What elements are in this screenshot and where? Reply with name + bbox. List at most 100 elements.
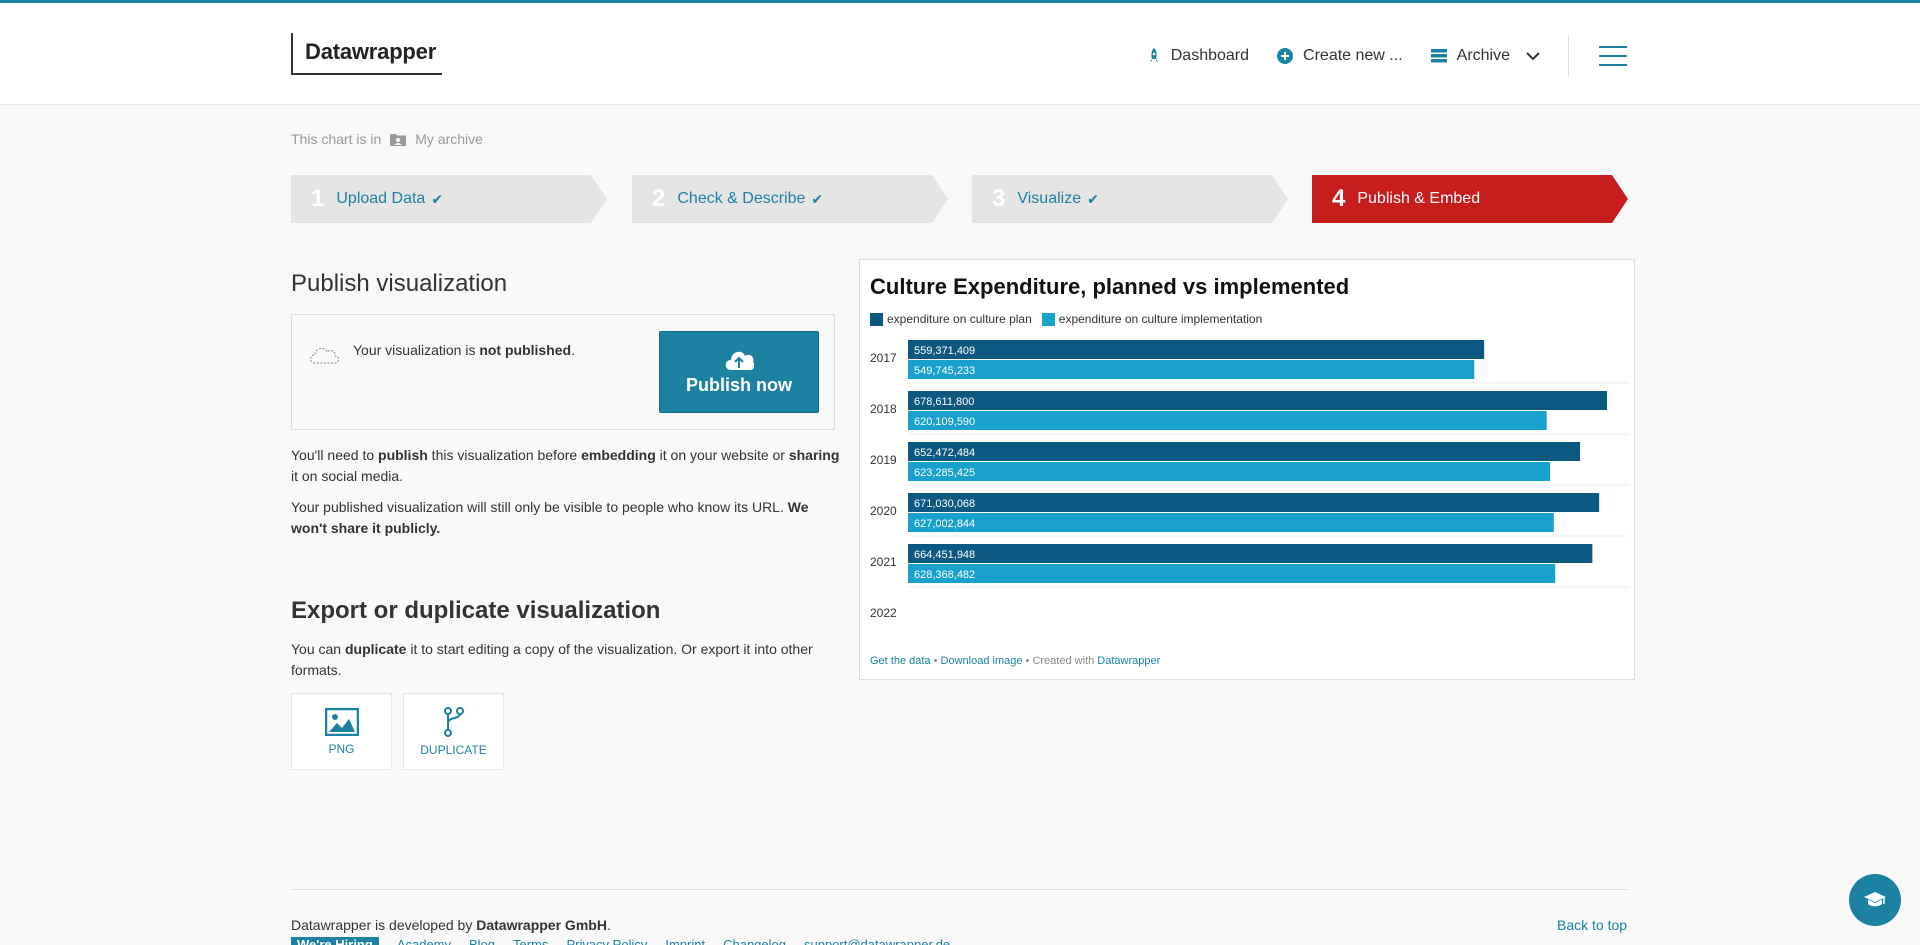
legend-swatch [1041,312,1055,326]
back-to-top-link[interactable]: Back to top [1557,917,1627,933]
publish-info-2: Your published visualization will still … [291,497,841,539]
legend-item-plan: expenditure on culture plan [870,312,1032,326]
chart-preview: 2017 559,371,409 549,745,233 2018 678,611,80… [859,259,1635,680]
step-visualize[interactable]: 3 Visualize ✔ [972,175,1288,223]
bar-2017-series-1 [908,340,1485,359]
footer-link[interactable]: Changelog [723,937,786,945]
cloud-upload-icon [725,351,754,370]
step-number: 1 [311,185,325,212]
step-label: Visualize [1017,190,1082,207]
top-navbar: Datawrapper Dashboard Create new ... Arc… [0,0,1920,105]
duplicate-label: DUPLICATE [420,742,487,757]
get-data-link[interactable]: Get the data [870,655,931,667]
nav-divider [1568,35,1569,77]
category-label-2019: 2019 [870,453,897,467]
data-label-2018-series-2: 620,109,590 [914,416,975,428]
hamburger-menu-icon[interactable] [1599,46,1627,66]
status-bold: not published [479,342,572,358]
workflow-steps: 1 Upload Data ✔ 2 Check & Describe ✔ 3 V… [291,175,1628,223]
data-label-2021-series-2: 628,368,482 [914,569,975,581]
status-prefix: Your visualization is [353,342,480,358]
step-upload-data[interactable]: 1 Upload Data ✔ [291,175,607,223]
footer-link[interactable]: Academy [397,937,451,945]
step-publish-embed[interactable]: 4 Publish & Embed [1312,175,1628,223]
data-label-2018-series-1: 678,611,800 [914,396,974,408]
breadcrumb-folder-link[interactable]: My archive [415,131,483,147]
bar-2020-series-2 [908,513,1554,532]
export-info: You can duplicate it to start editing a … [291,639,841,681]
hiring-badge[interactable]: We're Hiring [291,937,379,945]
nav-create-new-label: Create new ... [1303,47,1403,64]
footer-links: We're Hiring Academy Blog Terms Privacy … [291,937,968,945]
download-image-link[interactable]: Download image [941,655,1023,667]
duplicate-button[interactable]: DUPLICATE [403,693,504,770]
chart-title: Culture Expenditure, planned vs implemen… [870,274,1350,299]
legend-item-implementation: expenditure on culture implementation [1041,312,1263,326]
footer-link[interactable]: Terms [513,937,548,945]
main-nav: Dashboard Create new ... Archive [1119,35,1627,77]
t: it on your website or [655,447,789,463]
step-number: 4 [1332,185,1346,212]
footer-sep: • [1025,655,1030,667]
export-png-button[interactable]: PNG [291,693,392,770]
footer-developed: Datawrapper is developed by Datawrapper … [291,917,611,933]
legend-swatch [870,312,883,326]
cloud-outline-icon [310,347,340,364]
chart-legend: expenditure on culture plan expenditure … [870,312,1272,326]
footer-link[interactable]: Privacy Policy [566,937,647,945]
nav-create-new[interactable]: Create new ... [1277,47,1403,65]
footer-link[interactable]: Imprint [665,937,705,945]
t: Your published visualization will still … [291,499,788,515]
bar-2020-series-1 [908,493,1600,512]
data-label-2021-series-1: 664,451,948 [914,549,975,561]
nav-dashboard[interactable]: Dashboard [1147,47,1249,65]
breadcrumb-prefix: This chart is in [291,131,382,147]
data-label-2020-series-1: 671,030,068 [914,498,975,510]
checkmark-icon: ✔ [811,190,824,207]
bar-2018-series-1 [908,391,1607,410]
export-heading: Export or duplicate visualization [291,597,661,624]
bar-2019-series-2 [908,462,1550,481]
nav-archive[interactable]: Archive [1430,47,1540,65]
academy-help-button[interactable] [1849,874,1901,926]
chart-footer: Get the data • Download image • Created … [870,655,1160,667]
rocket-icon [1149,48,1158,62]
status-suffix: . [571,342,575,358]
t: You'll need to [291,447,379,463]
publish-heading: Publish visualization [291,270,508,297]
graduation-cap-icon [1864,892,1886,907]
legend-label: expenditure on culture implementation [1058,312,1263,326]
nav-dashboard-label: Dashboard [1170,47,1250,64]
data-label-2017-series-1: 559,371,409 [914,345,975,357]
plus-circle-icon [1277,48,1294,64]
footer-link[interactable]: support@datawrapper.de [804,937,950,945]
publish-now-button[interactable]: Publish now [659,331,819,413]
breadcrumb: This chart is in My archive [291,131,483,147]
data-label-2019-series-2: 623,285,425 [914,467,975,479]
png-label: PNG [328,741,355,756]
folder-user-icon [390,133,407,146]
company-name: Datawrapper GmbH [476,917,607,933]
step-label: Upload Data [336,190,426,207]
datawrapper-logo[interactable]: Datawrapper [291,33,442,75]
footer-link[interactable]: Blog [469,937,495,945]
t: You can [291,641,345,657]
checkmark-icon: ✔ [431,190,444,207]
step-check-describe[interactable]: 2 Check & Describe ✔ [632,175,948,223]
step-number: 3 [992,185,1006,212]
datawrapper-link[interactable]: Datawrapper [1097,655,1160,667]
data-label-2017-series-2: 549,745,233 [914,365,975,377]
t: it on social media. [291,468,404,484]
checkmark-icon: ✔ [1087,190,1099,207]
step-label: Publish & Embed [1357,190,1481,207]
bar-2019-series-1 [908,442,1581,461]
chevron-down-icon[interactable] [1526,51,1540,61]
category-label-2017: 2017 [870,351,897,365]
data-label-2019-series-1: 652,472,484 [914,447,975,459]
bar-2021-series-1 [908,544,1593,563]
bar-2018-series-2 [908,411,1547,430]
publish-status-text: Your visualization is not published. [353,342,575,358]
legend-label: expenditure on culture plan [887,312,1032,326]
t: embedding [581,447,656,463]
category-label-2018: 2018 [870,402,897,416]
